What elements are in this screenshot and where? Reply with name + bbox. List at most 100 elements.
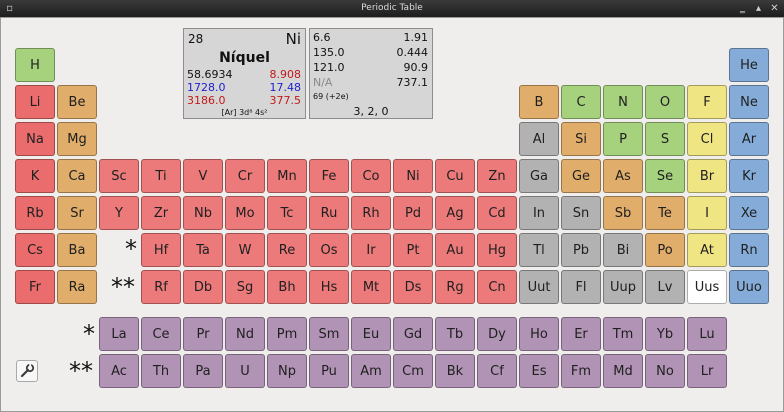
element-tile[interactable]: Al (519, 122, 559, 156)
element-tile[interactable]: As (603, 159, 643, 193)
element-tile[interactable]: Si (561, 122, 601, 156)
element-tile[interactable]: Be (57, 85, 97, 119)
element-tile[interactable]: Cl (687, 122, 727, 156)
element-tile[interactable]: Eu (351, 317, 391, 351)
element-tile[interactable]: In (519, 196, 559, 230)
element-tile[interactable]: Rg (435, 270, 475, 304)
element-tile[interactable]: Sg (225, 270, 265, 304)
element-tile[interactable]: Zr (141, 196, 181, 230)
element-tile[interactable]: Hf (141, 233, 181, 267)
element-tile[interactable]: Mo (225, 196, 265, 230)
element-tile[interactable]: Cd (477, 196, 517, 230)
element-tile[interactable]: Rn (729, 233, 769, 267)
element-tile[interactable]: Tb (435, 317, 475, 351)
element-tile[interactable]: Tc (267, 196, 307, 230)
element-tile[interactable]: Sb (603, 196, 643, 230)
element-tile[interactable]: Te (645, 196, 685, 230)
element-tile[interactable]: Uut (519, 270, 559, 304)
element-tile[interactable]: Cm (393, 354, 433, 388)
element-tile[interactable]: Rf (141, 270, 181, 304)
element-tile[interactable]: Ra (57, 270, 97, 304)
element-tile[interactable]: Pr (183, 317, 223, 351)
element-tile[interactable]: Ho (519, 317, 559, 351)
element-tile[interactable]: Fm (561, 354, 601, 388)
element-tile[interactable]: Cr (225, 159, 265, 193)
element-tile[interactable]: Ce (141, 317, 181, 351)
maximize-icon[interactable]: ▴ (753, 3, 764, 14)
element-tile[interactable]: Ti (141, 159, 181, 193)
element-tile[interactable]: Se (645, 159, 685, 193)
element-tile[interactable]: Pa (183, 354, 223, 388)
element-tile[interactable]: Uus (687, 270, 727, 304)
element-tile[interactable]: No (645, 354, 685, 388)
element-tile[interactable]: Ar (729, 122, 769, 156)
element-tile[interactable]: Hs (309, 270, 349, 304)
element-tile[interactable]: Y (99, 196, 139, 230)
element-tile[interactable]: Cs (15, 233, 55, 267)
element-tile[interactable]: Sr (57, 196, 97, 230)
element-tile[interactable]: Ds (393, 270, 433, 304)
element-tile[interactable]: Au (435, 233, 475, 267)
element-tile[interactable]: Am (351, 354, 391, 388)
element-tile[interactable]: Os (309, 233, 349, 267)
element-tile[interactable]: Uup (603, 270, 643, 304)
element-tile[interactable]: Kr (729, 159, 769, 193)
element-tile[interactable]: Ni (393, 159, 433, 193)
element-tile[interactable]: Po (645, 233, 685, 267)
element-tile[interactable]: Fe (309, 159, 349, 193)
element-tile[interactable]: Cn (477, 270, 517, 304)
element-tile[interactable]: Th (141, 354, 181, 388)
element-tile[interactable]: Br (687, 159, 727, 193)
element-tile[interactable]: Bi (603, 233, 643, 267)
element-tile[interactable]: U (225, 354, 265, 388)
element-tile[interactable]: N (603, 85, 643, 119)
element-tile[interactable]: Db (183, 270, 223, 304)
element-tile[interactable]: Pd (393, 196, 433, 230)
element-tile[interactable]: Ne (729, 85, 769, 119)
element-tile[interactable]: Sm (309, 317, 349, 351)
element-tile[interactable]: Nb (183, 196, 223, 230)
element-tile[interactable]: Md (603, 354, 643, 388)
tools-button[interactable] (16, 360, 38, 382)
element-tile[interactable]: Pt (393, 233, 433, 267)
element-tile[interactable]: H (15, 48, 55, 82)
element-tile[interactable]: F (687, 85, 727, 119)
element-tile[interactable]: Ba (57, 233, 97, 267)
element-tile[interactable]: Pm (267, 317, 307, 351)
element-tile[interactable]: Gd (393, 317, 433, 351)
element-tile[interactable]: Lr (687, 354, 727, 388)
element-tile[interactable]: Fr (15, 270, 55, 304)
element-tile[interactable]: Rb (15, 196, 55, 230)
element-tile[interactable]: Ru (309, 196, 349, 230)
element-tile[interactable]: Ag (435, 196, 475, 230)
element-tile[interactable]: At (687, 233, 727, 267)
element-tile[interactable]: Uuo (729, 270, 769, 304)
element-tile[interactable]: Rh (351, 196, 391, 230)
element-tile[interactable]: Pu (309, 354, 349, 388)
element-tile[interactable]: Lv (645, 270, 685, 304)
element-tile[interactable]: Ga (519, 159, 559, 193)
element-tile[interactable]: Zn (477, 159, 517, 193)
element-tile[interactable]: Bh (267, 270, 307, 304)
element-tile[interactable]: Yb (645, 317, 685, 351)
element-tile[interactable]: Lu (687, 317, 727, 351)
element-tile[interactable]: Ca (57, 159, 97, 193)
element-tile[interactable]: Ir (351, 233, 391, 267)
element-tile[interactable]: Hg (477, 233, 517, 267)
element-tile[interactable]: He (729, 48, 769, 82)
element-tile[interactable]: Tm (603, 317, 643, 351)
element-tile[interactable]: W (225, 233, 265, 267)
element-tile[interactable]: P (603, 122, 643, 156)
element-tile[interactable]: Ta (183, 233, 223, 267)
minimize-icon[interactable]: ‗ (737, 3, 748, 14)
close-icon[interactable]: ✕ (769, 3, 780, 14)
element-tile[interactable]: Mg (57, 122, 97, 156)
element-tile[interactable]: Er (561, 317, 601, 351)
element-tile[interactable]: Nd (225, 317, 265, 351)
element-tile[interactable]: Mn (267, 159, 307, 193)
title-bar[interactable]: ▫ Periodic Table ‗ ▴ ✕ (0, 0, 784, 17)
element-tile[interactable]: B (519, 85, 559, 119)
element-tile[interactable]: Li (15, 85, 55, 119)
element-tile[interactable]: Pb (561, 233, 601, 267)
element-tile[interactable]: Tl (519, 233, 559, 267)
